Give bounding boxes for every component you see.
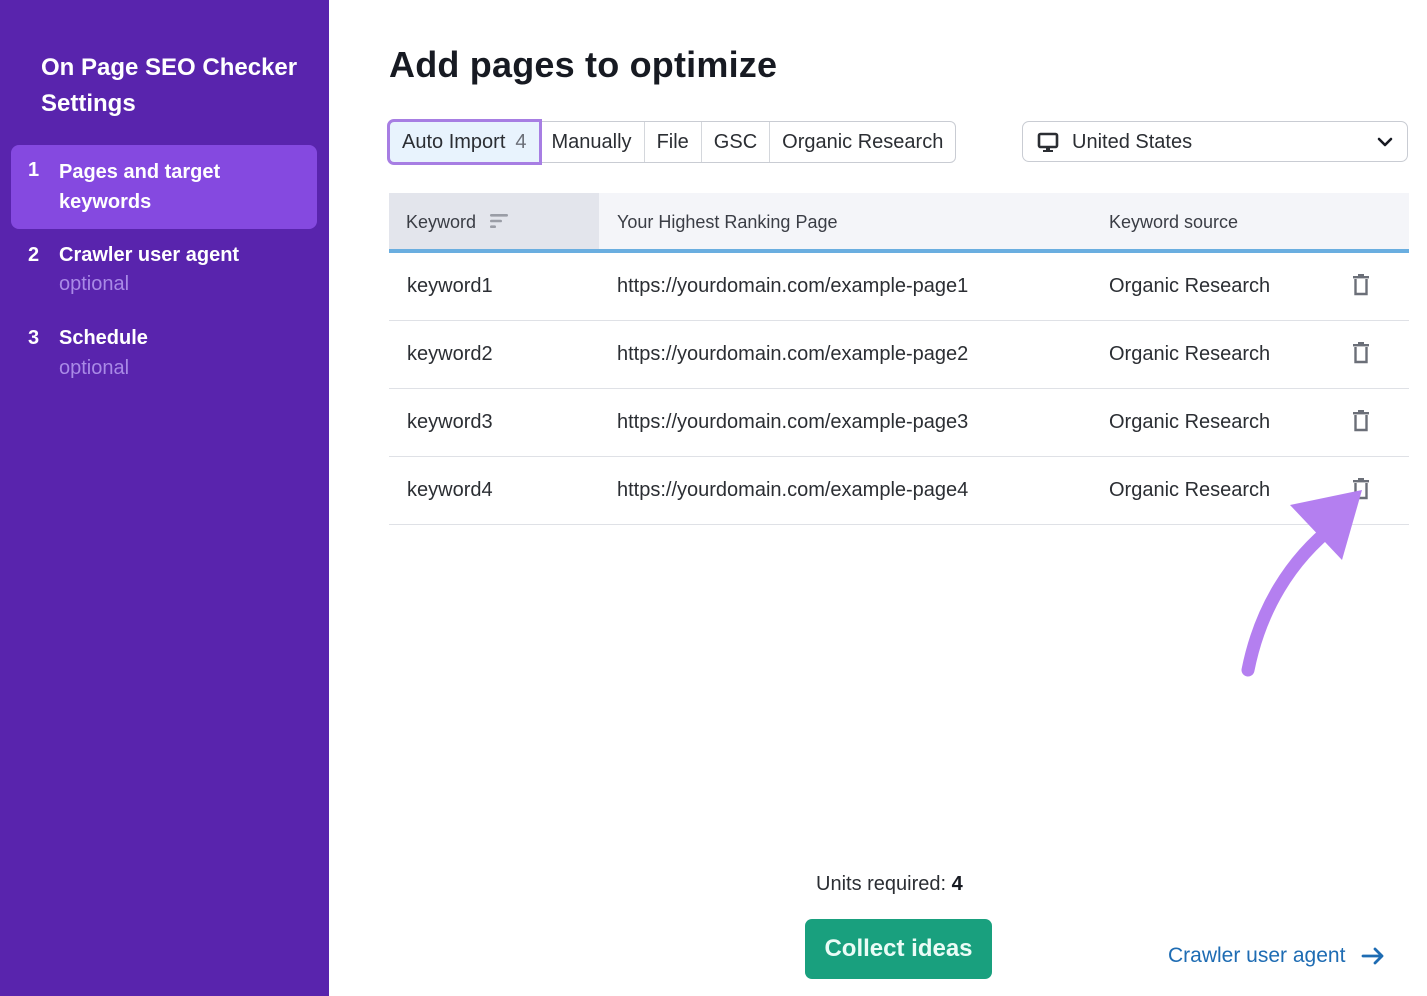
page-url-cell: https://yourdomain.com/example-page2 xyxy=(617,343,969,365)
tab-organic-research[interactable]: Organic Research xyxy=(769,122,955,162)
tab-label: Auto Import xyxy=(402,131,506,153)
step-label: Pages and target keywords xyxy=(59,161,221,213)
sidebar-step-pages-keywords[interactable]: 1 Pages and target keywords xyxy=(11,145,317,229)
keyword-cell: keyword3 xyxy=(407,411,493,433)
sidebar: On Page SEO Checker Settings 1 Pages and… xyxy=(0,0,329,996)
sidebar-title: On Page SEO Checker Settings xyxy=(41,54,298,117)
country-select[interactable]: United States xyxy=(1022,121,1408,162)
tab-count-badge: 4 xyxy=(515,131,527,153)
page-url-cell: https://yourdomain.com/example-page4 xyxy=(617,479,969,501)
page-url-cell: https://yourdomain.com/example-page1 xyxy=(617,275,969,297)
keyword-cell: keyword1 xyxy=(407,275,493,297)
sidebar-step-schedule[interactable]: 3 Schedule optional xyxy=(11,323,317,387)
arrow-right-icon xyxy=(1361,948,1384,965)
units-required-label: Units required: xyxy=(816,873,947,895)
column-header-keyword-source: Keyword source xyxy=(1109,212,1239,232)
tab-file[interactable]: File xyxy=(643,122,701,162)
step-number: 3 xyxy=(28,327,40,349)
trash-icon[interactable] xyxy=(1352,410,1370,432)
step-number: 1 xyxy=(28,159,40,181)
table-row: keyword2 https://yourdomain.com/example-… xyxy=(389,321,1409,389)
desktop-icon xyxy=(1037,132,1059,152)
units-required: Units required: 4 xyxy=(816,873,963,896)
page-url-cell: https://yourdomain.com/example-page3 xyxy=(617,411,969,433)
step-optional-label: optional xyxy=(59,273,130,295)
step-label: Schedule xyxy=(59,327,148,349)
step-number: 2 xyxy=(28,244,40,266)
annotation-arrow-icon xyxy=(1241,490,1362,677)
step-label: Crawler user agent xyxy=(59,244,240,266)
country-value: United States xyxy=(1072,131,1193,153)
keyword-source-cell: Organic Research xyxy=(1109,275,1271,297)
keyword-source-cell: Organic Research xyxy=(1109,411,1271,433)
trash-icon[interactable] xyxy=(1352,274,1370,296)
keyword-source-cell: Organic Research xyxy=(1109,343,1271,365)
trash-icon[interactable] xyxy=(1352,342,1370,364)
next-step-label: Crawler user agent xyxy=(1168,944,1346,967)
sidebar-step-crawler-user-agent[interactable]: 2 Crawler user agent optional xyxy=(11,240,317,304)
chevron-down-icon xyxy=(1377,137,1393,147)
keyword-cell: keyword4 xyxy=(407,479,493,501)
tab-gsc[interactable]: GSC xyxy=(700,122,769,162)
collect-ideas-button[interactable]: Collect ideas xyxy=(805,919,992,979)
table-header: Keyword Your Highest Ranking Page Keywor… xyxy=(389,193,1409,253)
sort-icon[interactable] xyxy=(489,213,509,229)
column-header-keyword[interactable]: Keyword xyxy=(389,193,599,249)
page-title: Add pages to optimize xyxy=(389,44,778,85)
column-header-highest-ranking-page: Your Highest Ranking Page xyxy=(617,212,838,232)
tab-manually[interactable]: Manually xyxy=(538,122,644,162)
units-required-value: 4 xyxy=(951,873,963,895)
table-row: keyword1 https://yourdomain.com/example-… xyxy=(389,253,1409,321)
keyword-cell: keyword2 xyxy=(407,343,493,365)
table-row: keyword3 https://yourdomain.com/example-… xyxy=(389,389,1409,457)
column-header-label: Keyword xyxy=(406,212,477,232)
import-method-tabs: Auto Import 4 Manually File GSC Organic R… xyxy=(387,119,957,165)
keywords-table: Keyword Your Highest Ranking Page Keywor… xyxy=(389,193,1409,525)
next-step-link[interactable]: Crawler user agent xyxy=(1168,944,1385,968)
step-optional-label: optional xyxy=(59,357,130,379)
tab-auto-import[interactable]: Auto Import 4 xyxy=(387,119,542,165)
